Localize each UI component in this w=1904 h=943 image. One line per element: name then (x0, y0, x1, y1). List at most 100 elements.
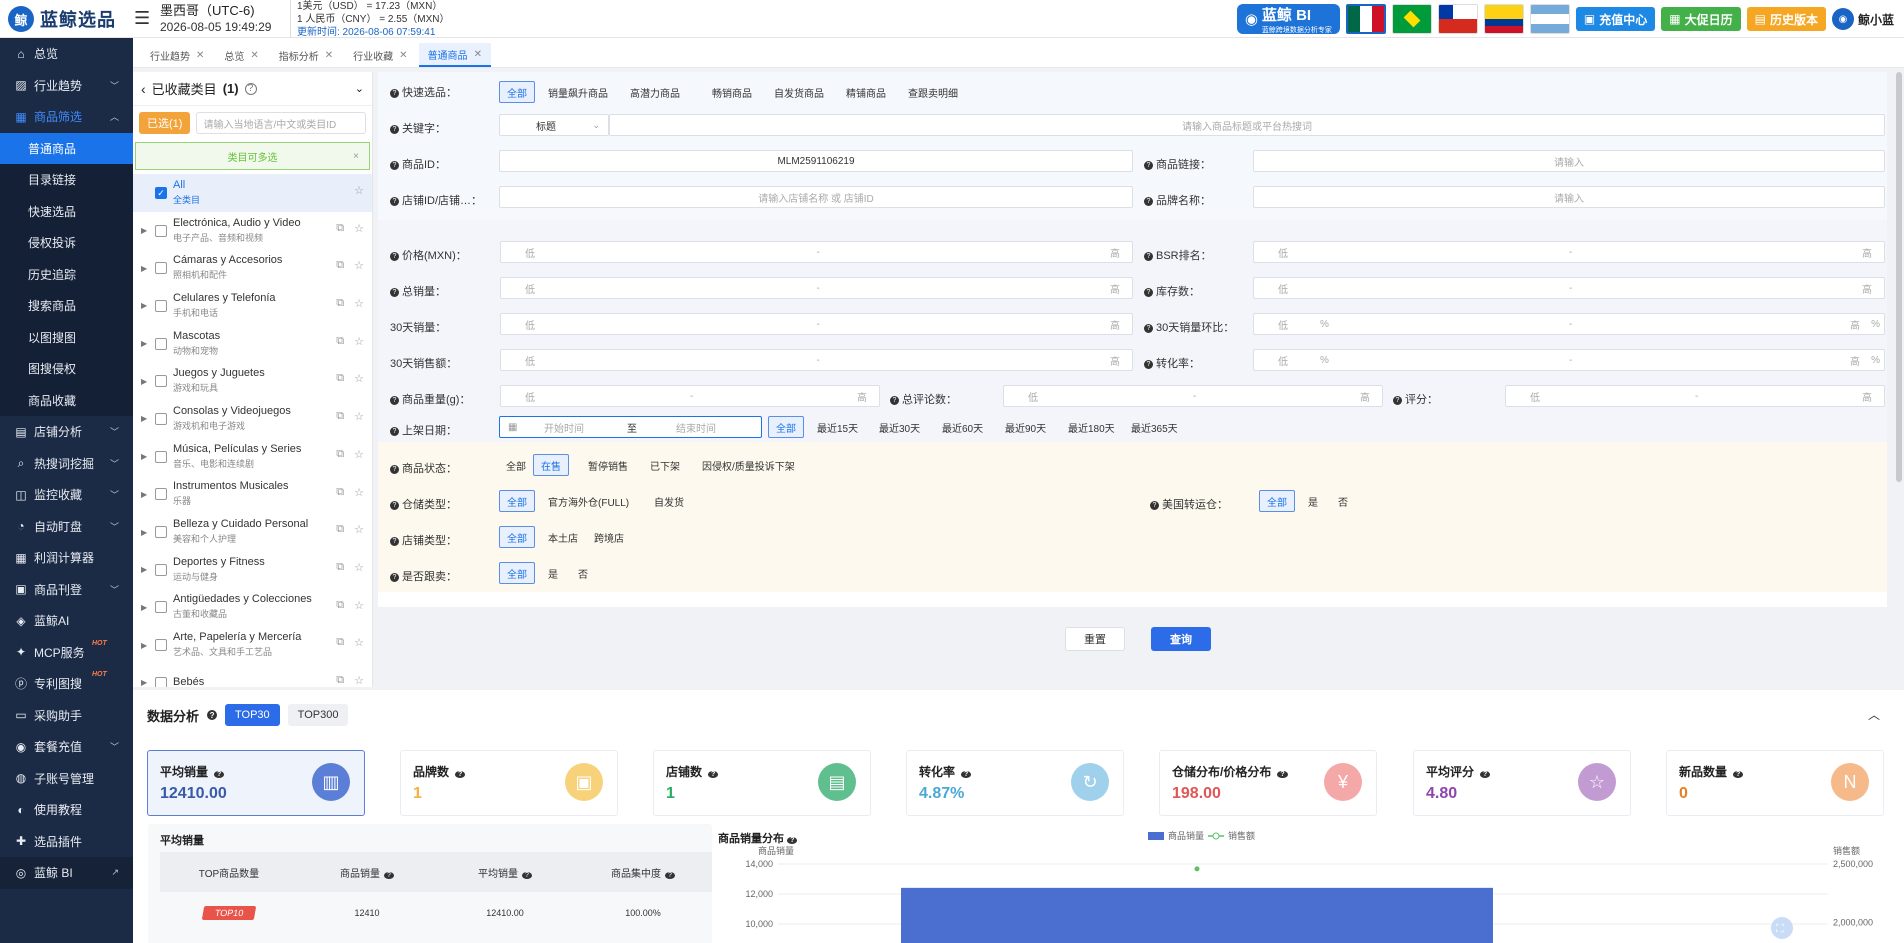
vertical-scrollbar[interactable] (1896, 72, 1902, 482)
shop-input[interactable]: 请输入店铺名称 或 店铺ID (499, 186, 1133, 208)
revenue30-range-input[interactable]: 低-高 (500, 349, 1133, 371)
product-link-input[interactable]: 请输入 (1253, 150, 1885, 172)
copy-icon[interactable]: ⧉ (336, 486, 344, 499)
option-quick_opts-6[interactable]: 查跟卖明细 (901, 81, 965, 103)
collapse-icon[interactable]: ︿ (1868, 706, 1880, 723)
category-item[interactable]: ▶ Cámaras y Accesorios 照相机和配件 ⧉ ☆ (133, 249, 372, 287)
category-item[interactable]: ▶ Celulares y Telefonía 手机和电话 ⧉ ☆ (133, 287, 372, 325)
category-item[interactable]: ▶ Arte, Papelería y Mercería 艺术品、文具和手工艺品 ⧉ ☆ (133, 626, 372, 664)
option-quick_opts-4[interactable]: 自发货商品 (767, 81, 831, 103)
keyword-type-select[interactable]: 标题 ⌄ (499, 114, 609, 136)
copy-icon[interactable]: ⧉ (336, 523, 344, 536)
user-menu[interactable]: ◉ 鲸小蓝 (1831, 8, 1894, 30)
bi-button[interactable]: ◉ 蓝鲸 BI 蓝鲸跨境数据分析专家 (1236, 4, 1340, 34)
star-icon[interactable]: ☆ (354, 297, 364, 310)
option-date_opts-2[interactable]: 最近30天 (872, 416, 927, 438)
sidebar-item-4[interactable]: 目录链接 (0, 164, 133, 196)
checkbox[interactable] (155, 262, 167, 275)
sidebar-item-9[interactable]: 以图搜图 (0, 321, 133, 353)
flag-colombia-icon[interactable] (1483, 4, 1524, 34)
flag-brazil-icon[interactable] (1391, 4, 1432, 34)
logo[interactable]: 鲸 蓝鲸选品 (8, 6, 116, 32)
caret-right-icon[interactable]: ▶ (141, 264, 151, 273)
sidebar-item-22[interactable]: ◉ 套餐充值 ﹀ (0, 731, 133, 763)
checkbox[interactable] (155, 676, 167, 687)
star-icon[interactable]: ☆ (354, 599, 364, 612)
star-icon[interactable]: ☆ (354, 486, 364, 499)
status-option-2[interactable]: 暂停销售 (581, 454, 635, 476)
shoptype-option-0[interactable]: 全部 (499, 526, 535, 548)
warehouse-option-0[interactable]: 全部 (499, 490, 535, 512)
option-date_opts-0[interactable]: 全部 (768, 416, 804, 438)
checkbox[interactable] (155, 639, 167, 652)
flag-chile-icon[interactable] (1437, 4, 1478, 34)
follow-option-0[interactable]: 全部 (499, 562, 535, 584)
status-option-1[interactable]: 在售 (533, 454, 569, 476)
sidebar-item-2[interactable]: ▦ 商品筛选 ︿ (0, 101, 133, 133)
star-icon[interactable]: ☆ (354, 674, 364, 687)
chevron-left-icon[interactable]: ‹ (141, 81, 146, 97)
category-item[interactable]: ▶ Belleza y Cuidado Personal 美容和个人护理 ⧉ ☆ (133, 513, 372, 551)
sidebar-item-18[interactable]: ◈ 蓝鲸AI (0, 605, 133, 637)
checkbox[interactable] (155, 526, 167, 539)
query-button[interactable]: 查询 (1151, 627, 1211, 651)
caret-right-icon[interactable]: ▶ (141, 301, 151, 310)
close-icon[interactable]: ✕ (399, 50, 407, 61)
total_sales-range-input[interactable]: 低-高 (500, 277, 1133, 299)
sidebar-item-20[interactable]: ⓟ 专利图搜 HOT (0, 668, 133, 700)
star-icon[interactable]: ☆ (354, 523, 364, 536)
category-item[interactable]: ▶ Mascotas 动物和宠物 ⧉ ☆ (133, 325, 372, 363)
sidebar-item-10[interactable]: 图搜侵权 (0, 353, 133, 385)
help-icon[interactable]: ? (1733, 771, 1744, 778)
chevron-down-icon[interactable]: ⌄ (355, 82, 364, 95)
star-icon[interactable]: ☆ (354, 561, 364, 574)
kpi-card-3[interactable]: 转化率? 4.87% ↻ (906, 750, 1124, 816)
checkbox[interactable] (155, 337, 167, 350)
sales30_ratio-range-input[interactable]: 低% - 高% (1253, 313, 1885, 335)
warehouse-option-2[interactable]: 自发货 (647, 490, 691, 512)
market-info[interactable]: 墨西哥（UTC-6) 2026-08-05 19:49:29 (160, 3, 271, 35)
sidebar-item-7[interactable]: 历史追踪 (0, 258, 133, 290)
category-search-input[interactable]: 请输入当地语言/中文或类目ID (196, 112, 366, 134)
help-icon[interactable]: ? (961, 771, 972, 778)
star-icon[interactable]: ☆ (354, 259, 364, 272)
caret-right-icon[interactable]: ▶ (141, 641, 151, 650)
tab-2[interactable]: 指标分析 ✕ (270, 43, 342, 67)
checkbox[interactable]: ✓ (155, 186, 167, 199)
option-date_opts-6[interactable]: 最近365天 (1124, 416, 1185, 438)
checkbox[interactable] (155, 601, 167, 614)
close-icon[interactable]: × (353, 151, 359, 162)
close-icon[interactable]: ✕ (474, 49, 482, 60)
follow-option-2[interactable]: 否 (571, 562, 595, 584)
checkbox[interactable] (155, 488, 167, 501)
weight-range-input[interactable]: 低-高 (500, 385, 880, 407)
tab-1[interactable]: 总览 ✕ (215, 43, 267, 67)
copy-icon[interactable]: ⧉ (336, 410, 344, 423)
caret-right-icon[interactable]: ▶ (141, 528, 151, 537)
close-icon[interactable]: ✕ (250, 50, 258, 61)
help-icon[interactable]: ? (708, 771, 719, 778)
caret-right-icon[interactable]: ▶ (141, 377, 151, 386)
reviews-range-input[interactable]: 低-高 (1003, 385, 1383, 407)
option-date_opts-4[interactable]: 最近90天 (998, 416, 1053, 438)
flag-argentina-icon[interactable] (1529, 4, 1570, 34)
category-item[interactable]: ▶ Antigüedades y Colecciones 古董和收藏品 ⧉ ☆ (133, 589, 372, 627)
warehouse-option-1[interactable]: 官方海外仓(FULL) (541, 490, 636, 512)
flag-mexico-icon[interactable] (1345, 4, 1386, 34)
checkbox[interactable] (155, 412, 167, 425)
help-icon[interactable]: ? (1277, 771, 1288, 778)
brand-input[interactable]: 请输入 (1253, 186, 1885, 208)
star-icon[interactable]: ☆ (354, 222, 364, 235)
reset-button[interactable]: 重置 (1065, 627, 1125, 651)
sidebar-item-0[interactable]: ⌂ 总览 (0, 38, 133, 70)
keyword-input[interactable]: 请输入商品标题或平台热搜词 (609, 114, 1885, 136)
sidebar-item-8[interactable]: 搜索商品 (0, 290, 133, 322)
copy-icon[interactable]: ⧉ (336, 222, 344, 235)
sidebar-item-13[interactable]: ⌕ 热搜词挖掘 ﹀ (0, 448, 133, 480)
us-option-1[interactable]: 是 (1301, 490, 1325, 512)
price-range-input[interactable]: 低-高 (500, 241, 1133, 263)
category-item[interactable]: ▶ Juegos y Juguetes 游戏和玩具 ⧉ ☆ (133, 362, 372, 400)
tab-4[interactable]: 普通商品 ✕ (418, 43, 491, 67)
kpi-card-0[interactable]: 平均销量? 12410.00 ▥ (147, 750, 365, 816)
star-icon[interactable]: ☆ (354, 184, 364, 197)
